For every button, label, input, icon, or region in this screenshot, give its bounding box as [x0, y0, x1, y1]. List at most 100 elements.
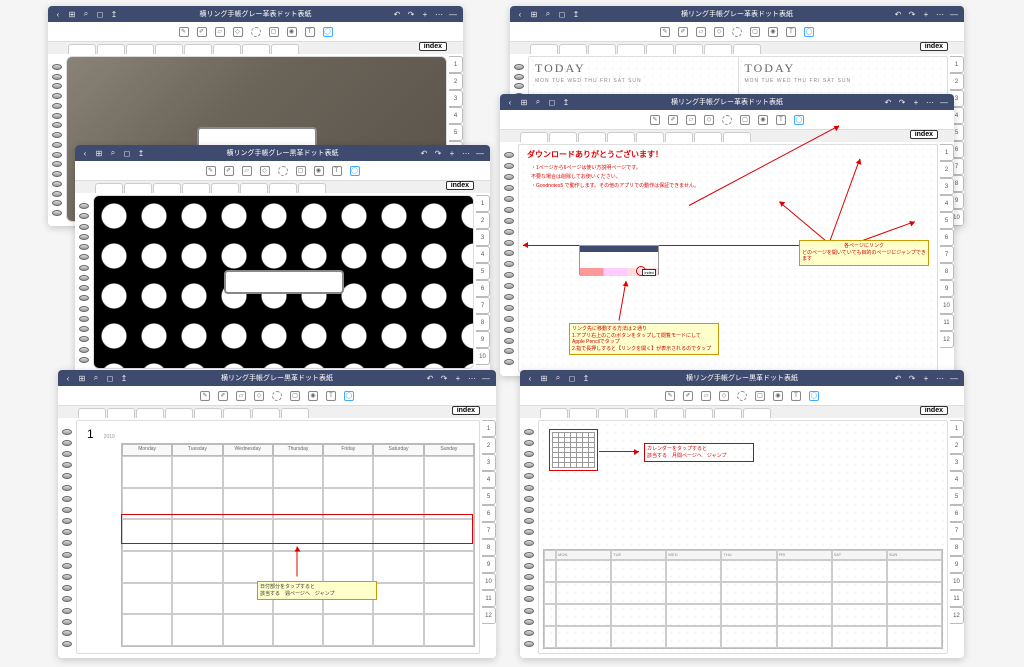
top-tab[interactable] [68, 44, 96, 54]
top-tab[interactable] [182, 183, 210, 193]
text-tool-icon[interactable]: T [332, 166, 342, 176]
top-tab[interactable] [194, 408, 222, 418]
search-icon[interactable]: ⌕ [554, 374, 562, 382]
back-icon[interactable]: ‹ [54, 10, 62, 18]
text-tool-icon[interactable]: T [305, 27, 315, 37]
close-icon[interactable]: — [449, 10, 457, 18]
image-tool-icon[interactable]: ▢ [290, 391, 300, 401]
month-tab-2[interactable]: 2 [950, 73, 964, 90]
close-icon[interactable]: — [950, 374, 958, 382]
back-icon[interactable]: ‹ [506, 98, 514, 106]
highlighter-tool-icon[interactable]: ▱ [696, 27, 706, 37]
more-icon[interactable]: ⋯ [926, 98, 934, 106]
top-tab[interactable] [636, 132, 664, 142]
grid-icon[interactable]: ⊞ [68, 10, 76, 18]
view-tool-icon[interactable]: ◯ [804, 27, 814, 37]
top-tab[interactable] [223, 408, 251, 418]
eraser-tool-icon[interactable]: ◇ [260, 166, 270, 176]
month-tab-9[interactable]: 9 [482, 556, 496, 573]
undo-icon[interactable]: ↶ [393, 10, 401, 18]
top-tab[interactable] [124, 183, 152, 193]
highlighter-tool-icon[interactable]: ▱ [242, 166, 252, 176]
camera-tool-icon[interactable]: ◉ [758, 115, 768, 125]
top-tab[interactable] [271, 44, 299, 54]
top-tab[interactable] [578, 132, 606, 142]
month-tab-10[interactable]: 10 [476, 348, 490, 365]
pen2-tool-icon[interactable]: ✐ [683, 391, 693, 401]
month-tab-11[interactable]: 11 [950, 590, 964, 607]
month-tab-4[interactable]: 4 [940, 195, 954, 212]
month-tab-1[interactable]: 1 [950, 420, 964, 437]
month-tab-9[interactable]: 9 [940, 280, 954, 297]
month-tab-12[interactable]: 12 [950, 607, 964, 624]
index-tab[interactable]: index [419, 42, 447, 51]
share-icon[interactable]: ↥ [110, 10, 118, 18]
month-tab-5[interactable]: 5 [950, 488, 964, 505]
redo-icon[interactable]: ↷ [908, 374, 916, 382]
top-tab[interactable] [540, 408, 568, 418]
more-icon[interactable]: ⋯ [462, 149, 470, 157]
month-tab-8[interactable]: 8 [476, 314, 490, 331]
top-tab[interactable] [723, 132, 751, 142]
month-tab-9[interactable]: 9 [950, 556, 964, 573]
highlighter-tool-icon[interactable]: ▱ [215, 27, 225, 37]
top-tab[interactable] [78, 408, 106, 418]
top-tab[interactable] [714, 408, 742, 418]
eraser-tool-icon[interactable]: ◇ [233, 27, 243, 37]
search-icon[interactable]: ⌕ [82, 10, 90, 18]
undo-icon[interactable]: ↶ [420, 149, 428, 157]
month-tab-2[interactable]: 2 [482, 437, 496, 454]
pen-tool-icon[interactable]: ✎ [660, 27, 670, 37]
top-tab[interactable] [530, 44, 558, 54]
month-tab-6[interactable]: 6 [482, 505, 496, 522]
month-tab-10[interactable]: 10 [940, 297, 954, 314]
month-tab-1[interactable]: 1 [449, 56, 463, 73]
bookmark-icon[interactable]: ◻ [123, 149, 131, 157]
image-tool-icon[interactable]: ▢ [755, 391, 765, 401]
month-tab-12[interactable]: 12 [482, 607, 496, 624]
grid-icon[interactable]: ⊞ [95, 149, 103, 157]
add-icon[interactable]: + [448, 149, 456, 157]
month-tab-4[interactable]: 4 [449, 107, 463, 124]
month-tab-2[interactable]: 2 [940, 161, 954, 178]
top-tab[interactable] [627, 408, 655, 418]
undo-icon[interactable]: ↶ [426, 374, 434, 382]
month-tab-5[interactable]: 5 [482, 488, 496, 505]
search-icon[interactable]: ⌕ [534, 98, 542, 106]
close-icon[interactable]: — [940, 98, 948, 106]
back-icon[interactable]: ‹ [516, 10, 524, 18]
undo-icon[interactable]: ↶ [894, 374, 902, 382]
index-tab[interactable]: index [452, 406, 480, 415]
top-tab[interactable] [588, 44, 616, 54]
month-tab-5[interactable]: 5 [940, 212, 954, 229]
month-tab-3[interactable]: 3 [482, 454, 496, 471]
more-icon[interactable]: ⋯ [468, 374, 476, 382]
top-tab[interactable] [211, 183, 239, 193]
top-tab[interactable] [743, 408, 771, 418]
share-icon[interactable]: ↥ [137, 149, 145, 157]
pen-tool-icon[interactable]: ✎ [200, 391, 210, 401]
pen2-tool-icon[interactable]: ✐ [197, 27, 207, 37]
top-tab[interactable] [95, 183, 123, 193]
bookmark-icon[interactable]: ◻ [568, 374, 576, 382]
back-icon[interactable]: ‹ [81, 149, 89, 157]
add-icon[interactable]: + [912, 98, 920, 106]
month-tab-7[interactable]: 7 [476, 297, 490, 314]
highlighter-tool-icon[interactable]: ▱ [686, 115, 696, 125]
image-tool-icon[interactable]: ▢ [269, 27, 279, 37]
view-tool-icon[interactable]: ◯ [809, 391, 819, 401]
top-tab[interactable] [184, 44, 212, 54]
lasso-tool-icon[interactable] [251, 27, 261, 37]
grid-icon[interactable]: ⊞ [540, 374, 548, 382]
top-tab[interactable] [252, 408, 280, 418]
more-icon[interactable]: ⋯ [936, 10, 944, 18]
camera-tool-icon[interactable]: ◉ [773, 391, 783, 401]
top-tab[interactable] [165, 408, 193, 418]
camera-tool-icon[interactable]: ◉ [768, 27, 778, 37]
lasso-tool-icon[interactable] [737, 391, 747, 401]
redo-icon[interactable]: ↷ [908, 10, 916, 18]
month-tab-3[interactable]: 3 [940, 178, 954, 195]
pen2-tool-icon[interactable]: ✐ [224, 166, 234, 176]
month-tab-7[interactable]: 7 [940, 246, 954, 263]
top-tab[interactable] [549, 132, 577, 142]
